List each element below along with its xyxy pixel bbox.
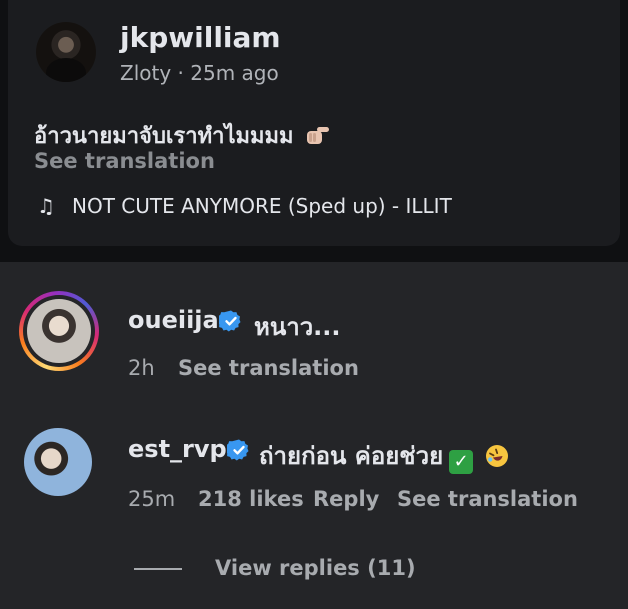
comment-text: ถ่ายก่อน ค่อยช่วย (259, 442, 444, 470)
comment-username[interactable]: est_rvp (128, 435, 227, 463)
post-author-username[interactable]: jkpwilliam (120, 21, 281, 54)
comment-likes-link[interactable]: 218 likes (198, 487, 304, 511)
comment-username[interactable]: oueiija (128, 306, 219, 334)
comment-time: 2h (128, 356, 155, 380)
comment-avatar-story-ring[interactable] (19, 291, 99, 371)
comment-avatar-oueiija (27, 299, 91, 363)
avatar-figure (46, 58, 86, 82)
post-caption: อ้าวนายมาจับเราทำไมมมม (34, 118, 331, 153)
post-music-row[interactable]: ♫ NOT CUTE ANYMORE (Sped up) - ILLIT (34, 194, 452, 218)
post-header-card: jkpwilliam Zloty · 25m ago อ้าวนายมาจับเ… (8, 0, 620, 246)
comment-avatar-est-rvp[interactable] (24, 428, 92, 496)
pointing-hand-icon (307, 127, 330, 144)
music-title[interactable]: NOT CUTE ANYMORE (Sped up) - ILLIT (72, 194, 452, 218)
post-caption-text: อ้าวนายมาจับเราทำไมมมม (34, 124, 294, 149)
replies-divider (134, 568, 182, 570)
meta-separator: · (177, 61, 184, 85)
post-author-avatar[interactable] (36, 22, 96, 82)
check-mark-button-icon: ✓ (449, 450, 474, 474)
view-replies-button[interactable]: View replies (11) (215, 556, 416, 580)
music-note-icon: ♫ (37, 194, 55, 218)
comment-see-translation-link[interactable]: See translation (178, 356, 359, 380)
rolling-laughing-icon (486, 445, 509, 467)
verified-badge-icon (219, 310, 241, 332)
verified-badge-icon (227, 439, 249, 461)
comment-time: 25m (128, 487, 176, 511)
comment-text: หนาว... (254, 313, 341, 341)
comments-section: oueiija หนาว... 2h See translation est_r… (0, 262, 628, 609)
comment-text-row: ถ่ายก่อน ค่อยช่วย ✓ (259, 436, 509, 475)
comment-reply-button[interactable]: Reply (313, 487, 379, 511)
instagram-reel-page: jkpwilliam Zloty · 25m ago อ้าวนายมาจับเ… (0, 0, 628, 609)
post-see-translation-link[interactable]: See translation (34, 149, 215, 173)
post-location[interactable]: Zloty (120, 61, 171, 85)
comment-see-translation-link[interactable]: See translation (397, 487, 578, 511)
post-meta: Zloty · 25m ago (120, 61, 279, 85)
post-time: 25m ago (190, 61, 279, 85)
